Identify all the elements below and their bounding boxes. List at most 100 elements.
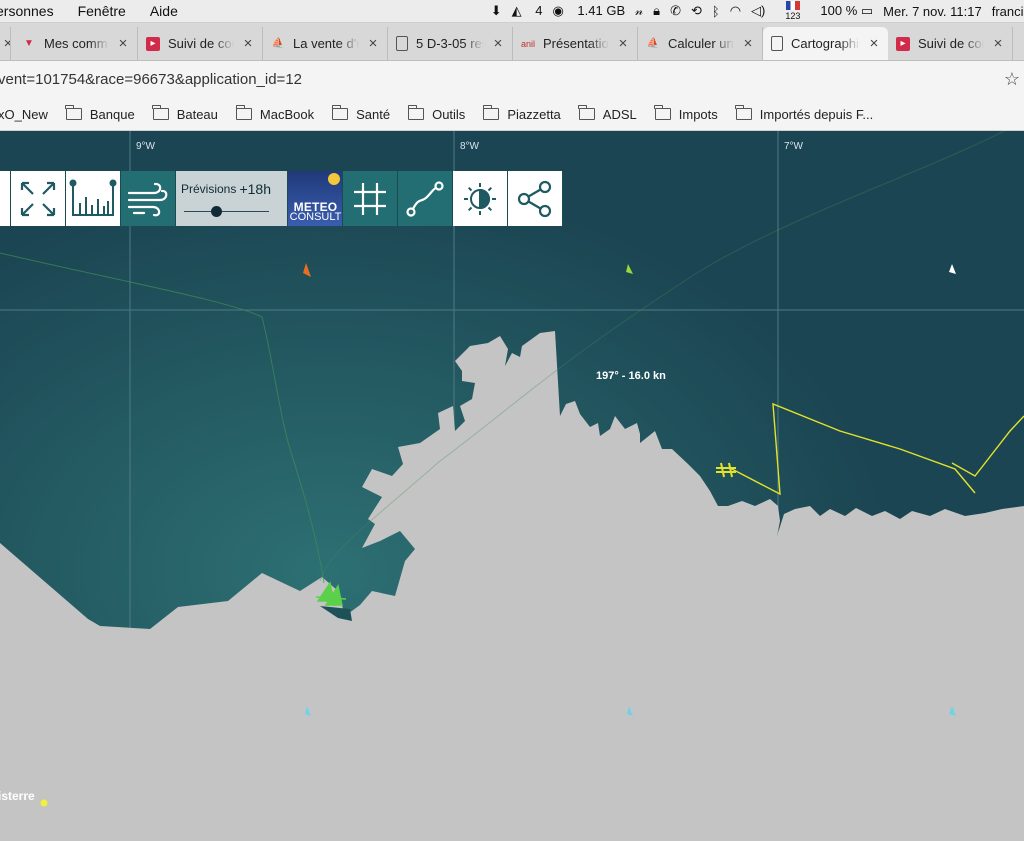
bookmark-label: xO_New	[0, 106, 48, 122]
close-icon[interactable]: ×	[990, 35, 1006, 52]
meteo-consult-button[interactable]: METEO CONSULT	[288, 171, 343, 226]
user-name[interactable]: francis	[992, 4, 1024, 19]
adobe-icon[interactable]: ◭ 4	[512, 3, 543, 19]
tab-suivi-de-course-2[interactable]: ▸ Suivi de course ×	[888, 27, 1013, 60]
bookmark-adsl[interactable]: ADSL	[578, 105, 637, 122]
bookmark-star-icon[interactable]: ☆	[1004, 69, 1020, 90]
bookmark-banque[interactable]: Banque	[65, 105, 135, 122]
folder-icon	[578, 105, 595, 120]
tab-presentation[interactable]: anil Présentation ×	[513, 27, 638, 60]
wind-layer-button[interactable]	[121, 171, 176, 226]
wind-icon	[127, 182, 168, 216]
forecast-label: Prévisions	[181, 182, 237, 196]
battery-indicator[interactable]: 100 % ▭	[810, 3, 873, 19]
keyboard-flag-icon[interactable]: 123	[775, 1, 800, 21]
tab-partial-right[interactable]	[1013, 27, 1024, 60]
address-bar[interactable]: vent=101754&race=96673&application_id=12…	[0, 61, 1024, 98]
close-icon[interactable]: ×	[740, 35, 756, 52]
bookmark-bateau[interactable]: Bateau	[152, 105, 218, 122]
favicon-icon: ▸	[896, 36, 910, 51]
tab-calculer-un-cap[interactable]: ⛵ Calculer un cap ×	[638, 27, 763, 60]
close-icon[interactable]: ×	[615, 35, 631, 52]
fullscreen-button[interactable]	[11, 171, 66, 226]
bookmark-impots[interactable]: Impots	[654, 105, 718, 122]
close-icon[interactable]: ×	[115, 35, 131, 52]
route-button[interactable]	[398, 171, 453, 226]
menu-fenetre[interactable]: Fenêtre	[78, 3, 126, 19]
close-icon[interactable]: ×	[490, 35, 506, 52]
clock[interactable]: Mer. 7 nov. 11:17	[883, 4, 982, 19]
lock-icon[interactable]: 🔒︎	[653, 3, 660, 19]
tab-cartographie[interactable]: Cartographie ×	[763, 27, 888, 60]
phone-icon[interactable]: ✆	[670, 3, 681, 19]
meteo-logo-line2: CONSULT	[289, 211, 342, 223]
bookmark-label: Santé	[356, 106, 391, 122]
map-canvas[interactable]	[0, 131, 1024, 841]
bookmarks-bar: xO_New Banque Bateau MacBook Santé Outil…	[0, 98, 1024, 131]
chart-icon	[69, 179, 117, 216]
favicon-icon: ▼	[24, 38, 34, 49]
memory-indicator[interactable]: ◉ 1.41 GB	[552, 3, 625, 19]
menu-aide[interactable]: Aide	[150, 3, 178, 19]
share-button[interactable]	[508, 171, 563, 226]
bookmark-label: Impots	[678, 106, 718, 122]
bluetooth-icon[interactable]: ᛒ	[712, 4, 720, 19]
bookmark-label: MacBook	[259, 106, 315, 122]
wifi-icon[interactable]: ◠	[730, 3, 741, 19]
tab-label: Mes commandes	[44, 36, 109, 51]
forecast-slider[interactable]: Prévisions +18h	[176, 171, 288, 226]
tab-suivi-de-course[interactable]: ▸ Suivi de course ×	[138, 27, 263, 60]
download-icon[interactable]: ⬇	[491, 3, 502, 19]
folder-icon	[735, 105, 752, 120]
longitude-label: 8°W	[460, 141, 479, 152]
bookmark-label: Outils	[432, 106, 466, 122]
tab-label: Cartographie	[791, 36, 860, 51]
bookmark-xo-new[interactable]: xO_New	[0, 107, 48, 122]
stats-button[interactable]	[66, 171, 121, 226]
menu-personnes[interactable]: ersonnes	[0, 3, 54, 19]
longitude-label: 7°W	[784, 141, 803, 152]
tab-la-vente[interactable]: ⛵ La vente d'un bateau ×	[263, 27, 388, 60]
bookmark-label: Importés depuis F...	[759, 106, 874, 122]
fullscreen-icon	[20, 181, 56, 216]
bookmark-outils[interactable]: Outils	[407, 105, 466, 122]
close-icon[interactable]: ×	[0, 35, 10, 52]
volume-icon[interactable]: ◁)	[751, 3, 765, 19]
tab-partial[interactable]: ×	[0, 27, 11, 60]
partial-icon	[0, 179, 3, 219]
toolbar-button-partial[interactable]	[0, 171, 11, 226]
tab-label: Calculer un cap	[668, 36, 734, 51]
close-icon[interactable]: ×	[240, 35, 256, 52]
brightness-icon	[464, 182, 496, 215]
folder-icon	[407, 105, 425, 120]
bookmark-macbook[interactable]: MacBook	[235, 105, 315, 122]
n-app-icon[interactable]: 𝓃	[635, 3, 643, 19]
time-machine-icon[interactable]: ⟲	[691, 3, 702, 19]
tab-5-d-3-05[interactable]: 5 D-3-05 ressources ×	[388, 27, 513, 60]
favicon-icon: anil	[521, 38, 536, 49]
tab-label: Présentation	[543, 36, 609, 51]
folder-icon	[654, 105, 671, 120]
route-icon	[406, 180, 444, 217]
folder-icon	[235, 105, 252, 120]
sun-icon	[328, 173, 340, 185]
document-icon	[771, 36, 783, 51]
forecast-slider-handle[interactable]	[210, 206, 222, 217]
bookmark-label: Banque	[89, 106, 135, 122]
close-icon[interactable]: ×	[866, 35, 882, 52]
bookmark-importes[interactable]: Importés depuis F...	[735, 105, 874, 122]
grid-icon	[354, 182, 386, 215]
status-area: ⬇ ◭ 4 ◉ 1.41 GB 𝓃 🔒︎ ✆ ⟲ ᛒ ◠ ◁) 123 100 …	[481, 0, 1024, 22]
brightness-button[interactable]	[453, 171, 508, 226]
folder-icon	[331, 105, 349, 120]
bookmark-piazzetta[interactable]: Piazzetta	[482, 105, 561, 122]
url-text[interactable]: vent=101754&race=96673&application_id=12	[0, 71, 302, 88]
close-icon[interactable]: ×	[365, 35, 381, 52]
tab-mes-commandes[interactable]: ▼ Mes commandes ×	[14, 27, 138, 60]
favicon-icon: ⛵	[271, 38, 285, 49]
bookmark-sante[interactable]: Santé	[331, 105, 391, 122]
race-map[interactable]: 9°W 8°W 7°W Prévisions +18h METEO CONSUL…	[0, 131, 1024, 841]
grid-button[interactable]	[343, 171, 398, 226]
forecast-slider-track[interactable]	[184, 211, 269, 212]
city-label: isterre	[0, 789, 35, 803]
